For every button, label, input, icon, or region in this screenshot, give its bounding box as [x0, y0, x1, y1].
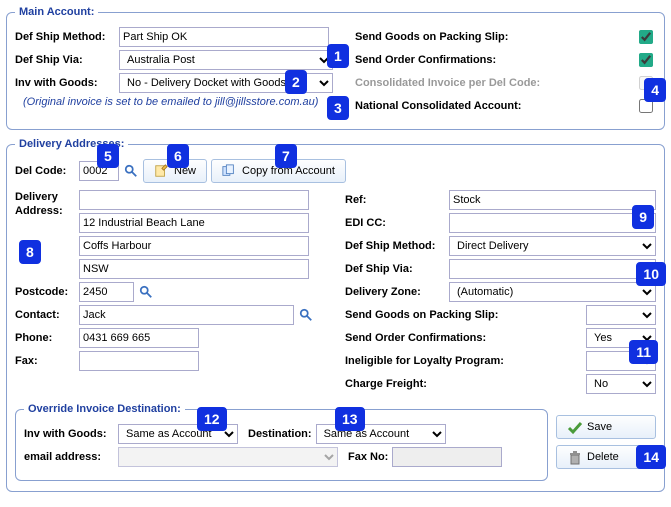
override-invoice-group: Override Invoice Destination: Inv with G…	[15, 403, 548, 481]
ref-label: Ref:	[345, 194, 445, 206]
marker-3: 3	[327, 96, 349, 120]
fax-input[interactable]	[79, 351, 199, 371]
del-ship-via-select[interactable]	[449, 259, 656, 279]
send-order-conf-checkbox[interactable]	[639, 53, 653, 67]
marker-14: 14	[636, 445, 666, 469]
marker-5: 5	[97, 144, 119, 168]
postcode-label: Postcode:	[15, 286, 75, 298]
send-goods-packing-label: Send Goods on Packing Slip:	[355, 31, 508, 43]
delivery-zone-label: Delivery Zone:	[345, 286, 445, 298]
main-account-legend: Main Account:	[15, 6, 98, 18]
marker-8: 8	[19, 240, 41, 264]
marker-7: 7	[275, 144, 297, 168]
email-address-label: email address:	[24, 451, 114, 463]
contact-search-icon[interactable]	[298, 307, 314, 323]
edi-cc-label: EDI CC:	[345, 217, 445, 229]
fax-no-input	[392, 447, 502, 467]
delivery-addr1-input[interactable]	[79, 190, 309, 210]
delivery-address-label: Delivery Address:	[15, 190, 75, 219]
marker-1: 1	[327, 44, 349, 68]
charge-freight-select[interactable]: No	[586, 374, 656, 394]
inv-with-goods-label: Inv with Goods:	[15, 77, 115, 89]
delivery-addr2-input[interactable]	[79, 213, 309, 233]
email-address-select	[118, 447, 338, 467]
phone-input[interactable]	[79, 328, 199, 348]
postcode-input[interactable]	[79, 282, 134, 302]
send-order-conf-label: Send Order Confirmations:	[355, 54, 496, 66]
marker-4: 4	[644, 78, 666, 102]
override-legend: Override Invoice Destination:	[24, 403, 185, 415]
charge-freight-label: Charge Freight:	[345, 378, 582, 390]
def-ship-via-label: Def Ship Via:	[15, 54, 115, 66]
consolidated-invoice-label: Consolidated Invoice per Del Code:	[355, 77, 540, 89]
delivery-addr4-input[interactable]	[79, 259, 309, 279]
delivery-addresses-group: Delivery Addresses: Del Code: New Copy f…	[6, 138, 665, 492]
fax-label: Fax:	[15, 355, 75, 367]
marker-13: 13	[335, 407, 365, 431]
marker-11: 11	[629, 340, 658, 364]
marker-2: 2	[285, 70, 307, 94]
main-account-group: Main Account: Def Ship Method: Def Ship …	[6, 6, 665, 130]
del-send-goods-label: Send Goods on Packing Slip:	[345, 309, 582, 321]
override-inv-with-goods-label: Inv with Goods:	[24, 428, 114, 440]
phone-label: Phone:	[15, 332, 75, 344]
marker-9: 9	[632, 205, 654, 229]
national-consolidated-label: National Consolidated Account:	[355, 100, 521, 112]
del-code-label: Del Code:	[15, 165, 75, 177]
contact-label: Contact:	[15, 309, 75, 321]
ref-input[interactable]	[449, 190, 656, 210]
del-ship-method-label: Def Ship Method:	[345, 240, 445, 252]
check-icon	[567, 420, 581, 434]
delete-button-label: Delete	[587, 451, 619, 463]
ineligible-label: Ineligible for Loyalty Program:	[345, 355, 582, 367]
def-ship-via-select[interactable]: Australia Post	[119, 50, 333, 70]
fax-no-label: Fax No:	[348, 451, 388, 463]
del-send-order-label: Send Order Confirmations:	[345, 332, 582, 344]
delivery-zone-select[interactable]: (Automatic)	[449, 282, 656, 302]
contact-input[interactable]	[79, 305, 294, 325]
new-icon	[154, 164, 168, 178]
destination-label: Destination:	[248, 428, 312, 440]
invoice-email-note: (Original invoice is set to be emailed t…	[15, 96, 345, 108]
def-ship-method-input[interactable]	[119, 27, 329, 47]
marker-10: 10	[636, 262, 666, 286]
del-send-goods-select[interactable]	[586, 305, 656, 325]
marker-12: 12	[197, 407, 227, 431]
del-ship-method-select[interactable]: Direct Delivery	[449, 236, 656, 256]
copy-icon	[222, 164, 236, 178]
marker-6: 6	[167, 144, 189, 168]
edi-cc-input[interactable]	[449, 213, 656, 233]
save-button[interactable]: Save	[556, 415, 656, 439]
send-goods-packing-checkbox[interactable]	[639, 30, 653, 44]
search-icon[interactable]	[123, 163, 139, 179]
def-ship-method-label: Def Ship Method:	[15, 31, 115, 43]
postcode-search-icon[interactable]	[138, 284, 154, 300]
trash-icon	[567, 450, 581, 464]
delivery-addr3-input[interactable]	[79, 236, 309, 256]
save-button-label: Save	[587, 421, 612, 433]
del-ship-via-label: Def Ship Via:	[345, 263, 445, 275]
